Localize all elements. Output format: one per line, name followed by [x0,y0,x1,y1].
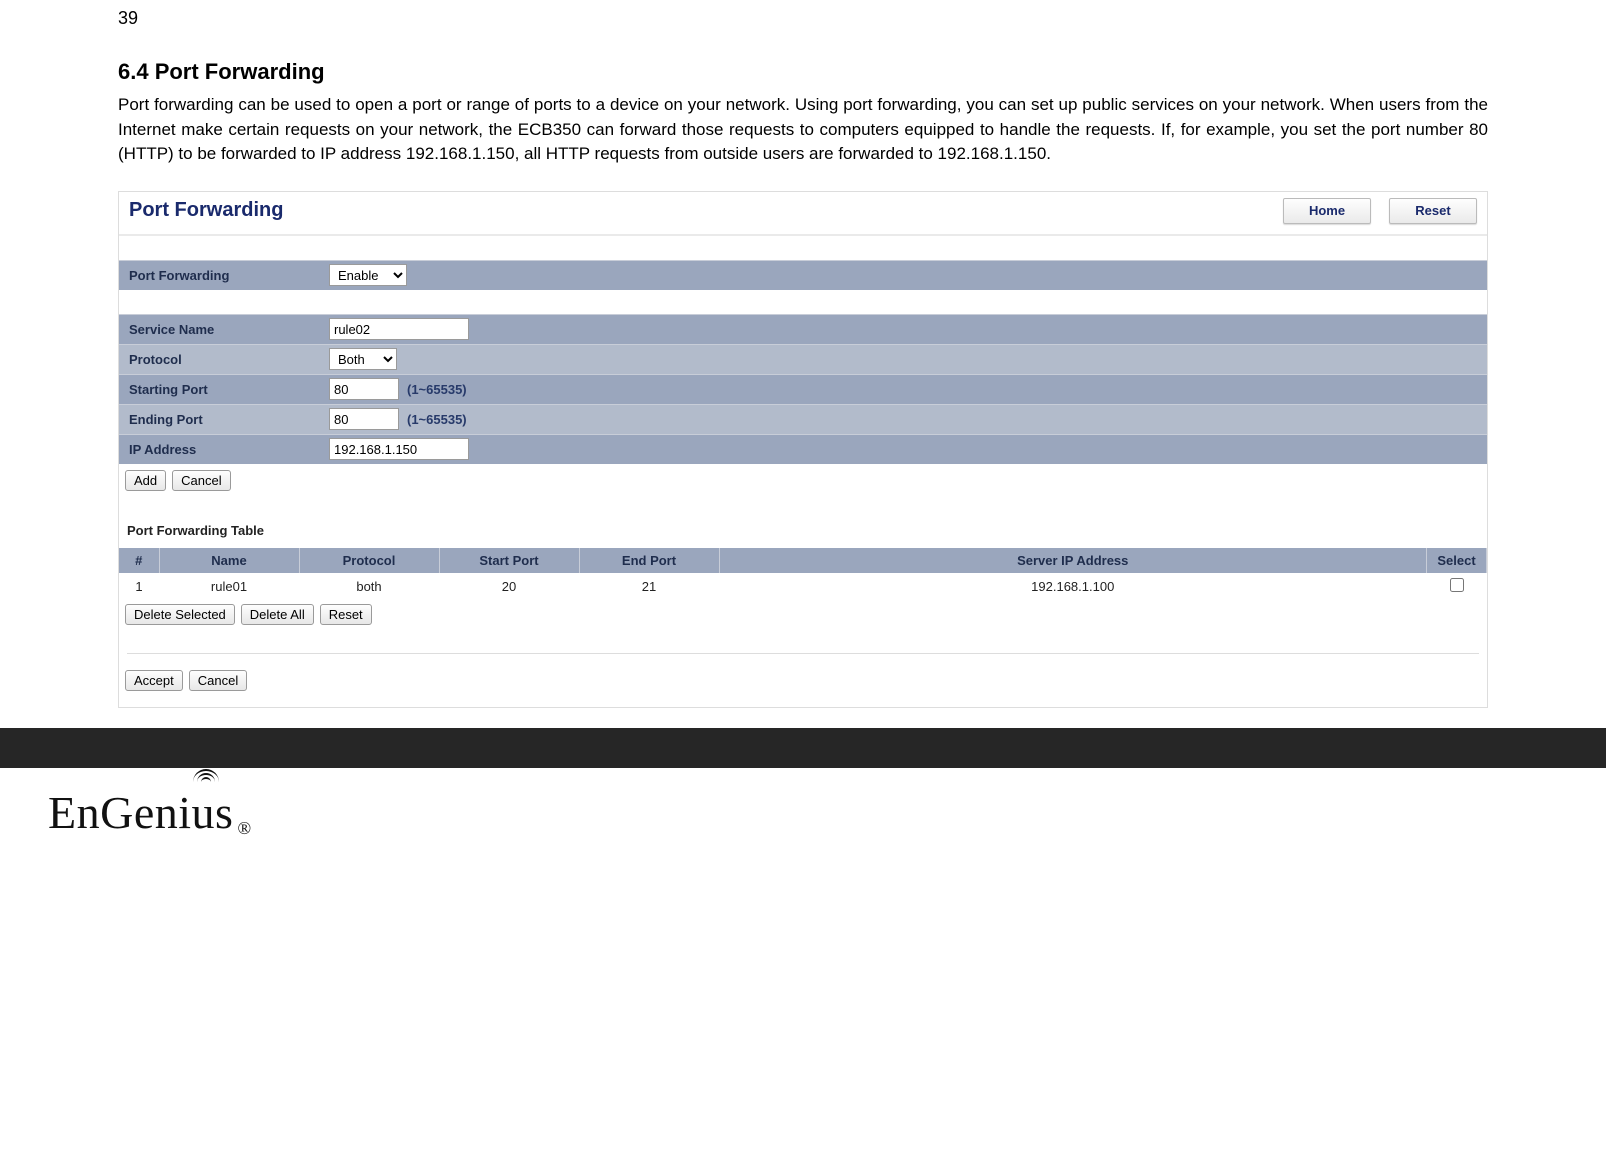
footer-logo-area: EnGen ius ® [0,768,1606,865]
input-ip-address[interactable] [329,438,469,460]
row-port-forwarding: Port Forwarding Enable [119,260,1487,290]
row-ip-address: IP Address [119,434,1487,464]
row-service-name: Service Name [119,314,1487,344]
port-forwarding-table: # Name Protocol Start Port End Port Serv… [119,548,1487,600]
label-starting-port: Starting Port [119,382,329,397]
row-ending-port: Ending Port (1~65535) [119,404,1487,434]
footer-dark-bar [0,728,1606,768]
input-ending-port[interactable] [329,408,399,430]
label-service-name: Service Name [119,322,329,337]
add-button[interactable]: Add [125,470,166,491]
delete-selected-button[interactable]: Delete Selected [125,604,235,625]
td-server: 192.168.1.100 [719,573,1427,600]
th-protocol: Protocol [299,548,439,573]
section-heading: 6.4 Port Forwarding [118,59,1488,85]
th-name: Name [159,548,299,573]
input-starting-port[interactable] [329,378,399,400]
label-protocol: Protocol [119,352,329,367]
th-start: Start Port [439,548,579,573]
logo-text-b: ius [178,786,233,839]
registered-mark: ® [237,818,251,839]
divider [127,653,1479,654]
input-service-name[interactable] [329,318,469,340]
label-port-forwarding: Port Forwarding [119,268,329,283]
engenius-logo: EnGen ius ® [48,786,1606,839]
th-select: Select [1427,548,1487,573]
panel-header: Port Forwarding Home Reset [119,192,1487,236]
page-number: 39 [118,8,1606,29]
label-ip-address: IP Address [119,442,329,457]
port-forwarding-panel: Port Forwarding Home Reset Port Forwardi… [118,191,1488,708]
td-protocol: both [299,573,439,600]
logo-text-a: EnGen [48,786,178,839]
td-end: 21 [579,573,719,600]
table-reset-button[interactable]: Reset [320,604,372,625]
cancel-bottom-button[interactable]: Cancel [189,670,247,691]
wifi-icon [191,764,221,782]
th-num: # [119,548,159,573]
table-title: Port Forwarding Table [127,523,1487,538]
select-protocol[interactable]: Both [329,348,397,370]
row-protocol: Protocol Both [119,344,1487,374]
label-ending-port: Ending Port [119,412,329,427]
select-port-forwarding[interactable]: Enable [329,264,407,286]
hint-starting-port: (1~65535) [407,382,467,397]
th-server: Server IP Address [719,548,1427,573]
reset-button[interactable]: Reset [1389,198,1477,224]
accept-button[interactable]: Accept [125,670,183,691]
hint-ending-port: (1~65535) [407,412,467,427]
th-end: End Port [579,548,719,573]
delete-all-button[interactable]: Delete All [241,604,314,625]
td-name: rule01 [159,573,299,600]
cancel-form-button[interactable]: Cancel [172,470,230,491]
home-button[interactable]: Home [1283,198,1371,224]
td-select [1427,573,1487,600]
td-start: 20 [439,573,579,600]
row-checkbox[interactable] [1450,578,1464,592]
row-starting-port: Starting Port (1~65535) [119,374,1487,404]
td-num: 1 [119,573,159,600]
intro-paragraph: Port forwarding can be used to open a po… [118,93,1488,167]
panel-title: Port Forwarding [125,199,283,222]
table-row: 1 rule01 both 20 21 192.168.1.100 [119,573,1487,600]
